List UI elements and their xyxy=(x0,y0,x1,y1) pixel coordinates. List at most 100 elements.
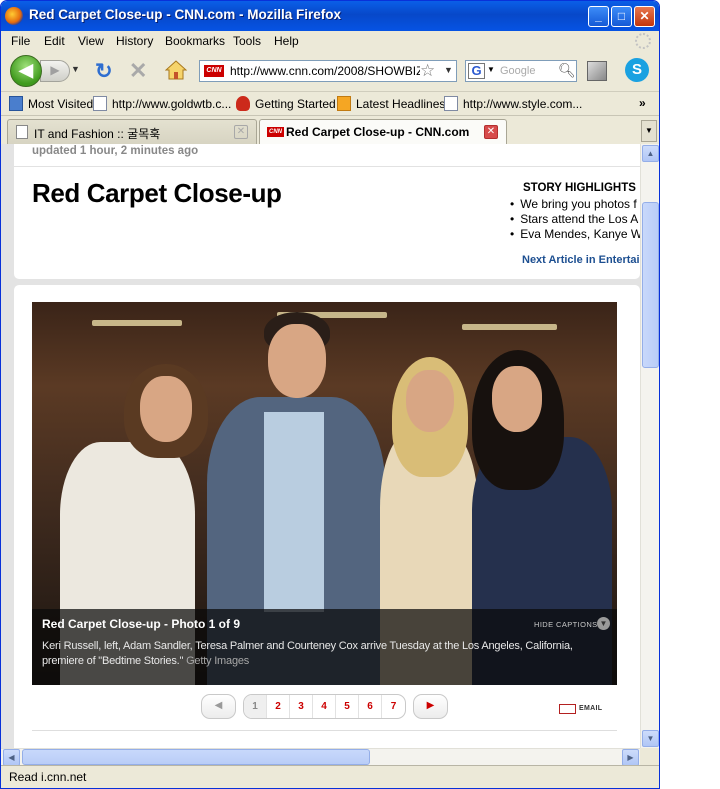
history-dropdown-icon[interactable]: ▼ xyxy=(71,64,80,74)
search-input[interactable]: Google xyxy=(500,65,535,77)
page-icon xyxy=(16,125,28,139)
caption-title: Red Carpet Close-up - Photo 1 of 9 xyxy=(42,617,241,631)
cnn-favicon: CNN xyxy=(267,127,284,137)
person-shirt xyxy=(264,412,324,612)
scrollbar-corner xyxy=(640,748,659,765)
url-dropdown-icon[interactable]: ▼ xyxy=(444,65,453,75)
scroll-down-icon[interactable]: ▼ xyxy=(642,730,659,747)
menu-edit[interactable]: Edit xyxy=(44,34,65,48)
divider xyxy=(32,730,617,731)
menu-bookmarks[interactable]: Bookmarks xyxy=(165,34,225,48)
tab-strip: IT and Fashion :: 굴목훅 ✕ CNN Red Carpet C… xyxy=(1,115,659,144)
highlight-item: We bring you photos f xyxy=(510,197,637,211)
google-icon[interactable]: G xyxy=(468,63,485,79)
firefox-icon xyxy=(236,96,250,111)
browser-window: Red Carpet Close-up - CNN.com - Mozilla … xyxy=(0,0,660,789)
scroll-right-icon[interactable]: ▶ xyxy=(622,749,639,766)
arrow-left-icon: ◀ xyxy=(214,700,223,711)
vertical-scrollbar[interactable]: ▲ ▼ xyxy=(640,144,659,748)
page-number-1[interactable]: 1 xyxy=(244,695,267,718)
page-viewport: updated 1 hour, 2 minutes ago Red Carpet… xyxy=(1,144,640,748)
rss-icon xyxy=(337,96,351,111)
vertical-scroll-thumb[interactable] xyxy=(642,202,659,368)
updated-timestamp: updated 1 hour, 2 minutes ago xyxy=(32,145,199,157)
page-number-4[interactable]: 4 xyxy=(313,695,336,718)
all-tabs-dropdown-icon[interactable]: ▼ xyxy=(641,120,657,142)
hide-captions-button[interactable]: HIDE CAPTIONS xyxy=(534,620,598,629)
bookmark-most-visited[interactable]: Most Visited xyxy=(28,97,93,111)
tab-red-carpet[interactable]: CNN Red Carpet Close-up - CNN.com ✕ xyxy=(259,119,507,144)
page-number-5[interactable]: 5 xyxy=(336,695,359,718)
photo-credit: Getty Images xyxy=(186,655,250,667)
arrow-right-icon: ▶ xyxy=(426,700,435,711)
next-article-link[interactable]: Next Article in Entertainm xyxy=(522,254,640,266)
caption-text: Keri Russell, left, Adam Sandler, Teresa… xyxy=(42,639,602,669)
tab-label: Red Carpet Close-up - CNN.com xyxy=(286,125,470,139)
firefox-icon xyxy=(5,7,23,25)
magnifier-icon[interactable]: 🔍︎ xyxy=(558,62,576,79)
cnn-favicon: CNN xyxy=(204,65,224,77)
maximize-button[interactable]: □ xyxy=(611,6,632,27)
window-title: Red Carpet Close-up - CNN.com - Mozilla … xyxy=(29,7,342,22)
photo-gallery: Red Carpet Close-up - Photo 1 of 9 HIDE … xyxy=(14,285,640,748)
home-icon[interactable] xyxy=(165,60,187,80)
horizontal-scrollbar[interactable]: ◀ ▶ xyxy=(1,748,640,766)
bookmark-latest-headlines[interactable]: Latest Headlines xyxy=(356,97,445,111)
email-icon[interactable] xyxy=(559,704,576,714)
article-header-card: updated 1 hour, 2 minutes ago Red Carpet… xyxy=(14,144,640,279)
ceiling-light xyxy=(462,324,557,330)
page-number-2[interactable]: 2 xyxy=(267,695,290,718)
ceiling-light xyxy=(92,320,182,326)
page-icon xyxy=(93,96,107,111)
tab-label: IT and Fashion :: 굴목훅 xyxy=(34,127,161,141)
horizontal-scroll-thumb[interactable] xyxy=(22,749,370,765)
title-bar[interactable]: Red Carpet Close-up - CNN.com - Mozilla … xyxy=(1,1,659,31)
bookmarks-overflow-button[interactable]: » xyxy=(639,96,646,110)
previous-photo-button[interactable]: ◀ xyxy=(201,694,236,719)
caption-body: Keri Russell, left, Adam Sandler, Teresa… xyxy=(42,640,573,667)
menu-history[interactable]: History xyxy=(116,34,153,48)
page-icon xyxy=(444,96,458,111)
forward-icon: ▶ xyxy=(50,63,60,77)
menu-tools[interactable]: Tools xyxy=(233,34,261,48)
status-text: Read i.cnn.net xyxy=(9,770,87,784)
next-photo-button[interactable]: ▶ xyxy=(413,694,448,719)
star-icon[interactable]: ☆ xyxy=(420,61,435,81)
stop-icon[interactable]: ✕ xyxy=(129,58,147,84)
bookmark-style[interactable]: http://www.style.com... xyxy=(463,97,582,111)
caption-overlay: Red Carpet Close-up - Photo 1 of 9 HIDE … xyxy=(32,609,617,685)
divider xyxy=(14,166,640,167)
page-number-6[interactable]: 6 xyxy=(359,695,382,718)
search-box[interactable]: G ▼ Google 🔍︎ xyxy=(465,60,577,82)
skype-icon[interactable]: S xyxy=(625,58,649,82)
bookmark-getting-started[interactable]: Getting Started xyxy=(255,97,336,111)
extension-icon[interactable] xyxy=(587,61,607,81)
page-number-7[interactable]: 7 xyxy=(382,695,405,718)
forward-button[interactable]: ▶ xyxy=(40,60,70,82)
url-text[interactable]: http://www.cnn.com/2008/SHOWBIZ/ xyxy=(230,64,420,78)
page-number-3[interactable]: 3 xyxy=(290,695,313,718)
url-bar[interactable]: CNN http://www.cnn.com/2008/SHOWBIZ/ ☆ ▼ xyxy=(199,60,457,82)
reload-icon[interactable]: ↻ xyxy=(95,59,113,84)
tab-it-and-fashion[interactable]: IT and Fashion :: 굴목훅 ✕ xyxy=(7,119,257,144)
menu-file[interactable]: File xyxy=(11,34,30,48)
status-bar: Read i.cnn.net xyxy=(1,765,659,788)
gallery-photo[interactable]: Red Carpet Close-up - Photo 1 of 9 HIDE … xyxy=(32,302,617,685)
chevron-down-icon[interactable]: ▼ xyxy=(597,617,610,630)
back-button[interactable]: ◀ xyxy=(10,55,42,87)
close-tab-icon[interactable]: ✕ xyxy=(484,125,498,139)
navigation-toolbar: ▶ ◀ ▼ ↻ ✕ CNN http://www.cnn.com/2008/SH… xyxy=(1,51,659,91)
email-link[interactable]: EMAIL xyxy=(579,705,602,712)
search-engine-dropdown-icon[interactable]: ▼ xyxy=(487,65,495,74)
menu-bar: File Edit View History Bookmarks Tools H… xyxy=(1,31,659,51)
person-face xyxy=(406,370,454,432)
menu-help[interactable]: Help xyxy=(274,34,299,48)
close-tab-icon[interactable]: ✕ xyxy=(234,125,248,139)
back-icon: ◀ xyxy=(19,60,33,80)
minimize-button[interactable]: _ xyxy=(588,6,609,27)
scroll-left-icon[interactable]: ◀ xyxy=(3,749,20,766)
close-window-button[interactable]: ✕ xyxy=(634,6,655,27)
scroll-up-icon[interactable]: ▲ xyxy=(642,145,659,162)
menu-view[interactable]: View xyxy=(78,34,104,48)
bookmark-goldwtb[interactable]: http://www.goldwtb.c... xyxy=(112,97,231,111)
